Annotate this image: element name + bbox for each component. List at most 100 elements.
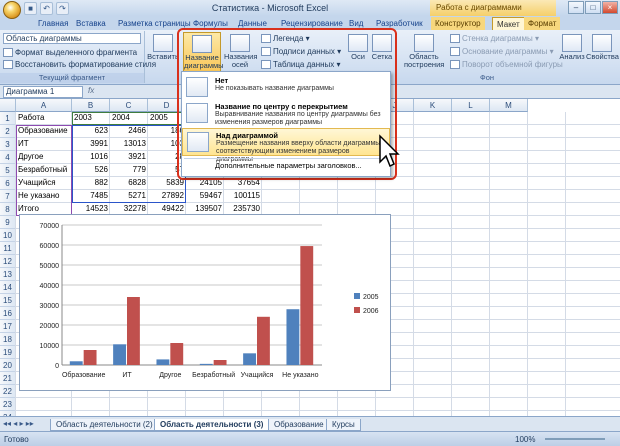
column-header[interactable]: L <box>452 99 490 112</box>
fx-icon[interactable]: fx <box>88 86 94 95</box>
y-tick-label: 40000 <box>40 283 60 290</box>
analysis-button[interactable]: Анализ <box>556 32 588 72</box>
sheet-tab-3[interactable]: Образование <box>268 419 330 431</box>
element-selector[interactable]: Область диаграммы <box>3 33 141 44</box>
row-header[interactable]: 17 <box>0 320 16 333</box>
name-box[interactable]: Диаграмма 1 <box>3 86 83 98</box>
row-header[interactable]: 22 <box>0 385 16 398</box>
column-header[interactable]: C <box>110 99 148 112</box>
more-title-options[interactable]: Дополнительные параметры заголовков... <box>215 161 362 170</box>
tab-insert[interactable]: Вставка <box>72 17 110 30</box>
row-header[interactable]: 3 <box>0 138 16 151</box>
row-header[interactable]: 2 <box>0 125 16 138</box>
insert-button[interactable]: Вставить <box>147 32 179 72</box>
row-header[interactable]: 12 <box>0 255 16 268</box>
tab-design[interactable]: Конструктор <box>431 17 485 30</box>
sheet-tab-1[interactable]: Область деятельности (2) <box>50 419 159 431</box>
bar <box>300 246 314 365</box>
column-header[interactable]: M <box>490 99 528 112</box>
group-current-fragment: Область диаграммы Формат выделенного фра… <box>0 31 156 83</box>
row-header[interactable]: 20 <box>0 359 16 372</box>
menu-item-none[interactable]: Нет Не показывать название диаграммы <box>182 74 390 98</box>
menu-divider <box>184 158 388 159</box>
gridline <box>16 410 620 411</box>
format-selection-button[interactable]: Формат выделенного фрагмента <box>3 48 137 58</box>
row-header[interactable]: 21 <box>0 372 16 385</box>
range-highlight <box>72 112 186 125</box>
row-header[interactable]: 15 <box>0 294 16 307</box>
bar <box>83 350 97 365</box>
y-tick-label: 10000 <box>40 343 60 350</box>
row-header[interactable]: 13 <box>0 268 16 281</box>
row-header[interactable]: 7 <box>0 190 16 203</box>
bar <box>156 359 170 365</box>
x-tick-label: Учащийся <box>241 371 274 379</box>
sheet-nav-icon[interactable]: ◂◂ ◂ ▸ ▸▸ <box>3 419 34 428</box>
table-cell[interactable]: Работа <box>16 112 72 124</box>
analysis-icon <box>562 34 582 52</box>
save-icon[interactable]: ■ <box>24 1 37 15</box>
table-cell[interactable]: 100115 <box>224 190 262 202</box>
reset-style-button[interactable]: Восстановить форматирование стиля <box>3 60 156 70</box>
row-header[interactable]: 18 <box>0 333 16 346</box>
close-icon[interactable]: × <box>602 1 618 14</box>
tab-format[interactable]: Формат <box>524 17 561 30</box>
gridline <box>565 112 566 416</box>
row-header[interactable]: 1 <box>0 112 16 125</box>
bar <box>286 309 300 365</box>
mouse-cursor-icon <box>379 134 400 168</box>
row-header[interactable]: 23 <box>0 398 16 411</box>
chart-floor-button[interactable]: Основание диаграммы ▾ <box>450 47 554 57</box>
above-chart-icon <box>187 132 209 152</box>
sheet-tab-4[interactable]: Курсы <box>326 419 361 431</box>
row-header[interactable]: 9 <box>0 216 16 229</box>
properties-icon <box>592 34 612 52</box>
row-header[interactable]: 16 <box>0 307 16 320</box>
sheet-tab-2[interactable]: Область деятельности (3) <box>154 419 270 431</box>
3d-rotation-icon <box>450 60 460 70</box>
menu-item-above-chart[interactable]: Над диаграммой Размещение названия вверху… <box>182 128 390 163</box>
maximize-icon[interactable]: □ <box>585 1 601 14</box>
row-header[interactable]: 19 <box>0 346 16 359</box>
gridline <box>16 397 620 398</box>
x-tick-label: Безработный <box>192 371 235 379</box>
bar <box>243 353 256 365</box>
row-header[interactable]: 14 <box>0 281 16 294</box>
zoom-slider[interactable] <box>545 438 605 440</box>
context-tab-title: Работа с диаграммами <box>430 0 556 16</box>
embedded-chart[interactable]: 0 10000 20000 30000 40000 50000 60000 70000 Обра… <box>19 214 391 391</box>
column-header[interactable]: K <box>414 99 452 112</box>
bar <box>213 360 227 365</box>
office-button[interactable] <box>3 1 21 19</box>
undo-icon[interactable]: ↶ <box>40 1 53 15</box>
3d-rotation-button[interactable]: Поворот объемной фигуры <box>450 60 563 70</box>
format-icon <box>3 48 13 58</box>
tab-home[interactable]: Главная <box>34 17 72 30</box>
tab-layout[interactable]: Макет <box>492 17 525 30</box>
redo-icon[interactable]: ↷ <box>56 1 69 15</box>
row-header[interactable]: 6 <box>0 177 16 190</box>
chart-wall-button[interactable]: Стенка диаграммы ▾ <box>450 34 539 44</box>
bar <box>113 344 126 365</box>
row-header[interactable]: 8 <box>0 203 16 216</box>
select-all-corner[interactable] <box>0 99 16 112</box>
row-header[interactable]: 4 <box>0 151 16 164</box>
minimize-icon[interactable]: – <box>568 1 584 14</box>
y-tick-label: 50000 <box>40 263 60 270</box>
y-tick-label: 0 <box>55 363 59 370</box>
table-cell[interactable]: 59467 <box>186 190 224 202</box>
row-header[interactable]: 11 <box>0 242 16 255</box>
row-header[interactable]: 5 <box>0 164 16 177</box>
menu-item-centered-overlay[interactable]: Название по центру с перекрытием Выравнив… <box>182 100 390 128</box>
plot-area-button[interactable]: Область построения <box>404 32 444 72</box>
window-title: Статистика - Microsoft Excel <box>211 3 329 13</box>
column-header[interactable]: A <box>16 99 72 112</box>
column-header[interactable]: B <box>72 99 110 112</box>
gridline <box>489 112 490 416</box>
no-title-icon <box>186 77 208 97</box>
properties-button[interactable]: Свойства <box>586 32 619 72</box>
chart-wall-icon <box>450 34 460 44</box>
row-header[interactable]: 10 <box>0 229 16 242</box>
gridline <box>413 112 414 416</box>
bar <box>127 297 140 365</box>
